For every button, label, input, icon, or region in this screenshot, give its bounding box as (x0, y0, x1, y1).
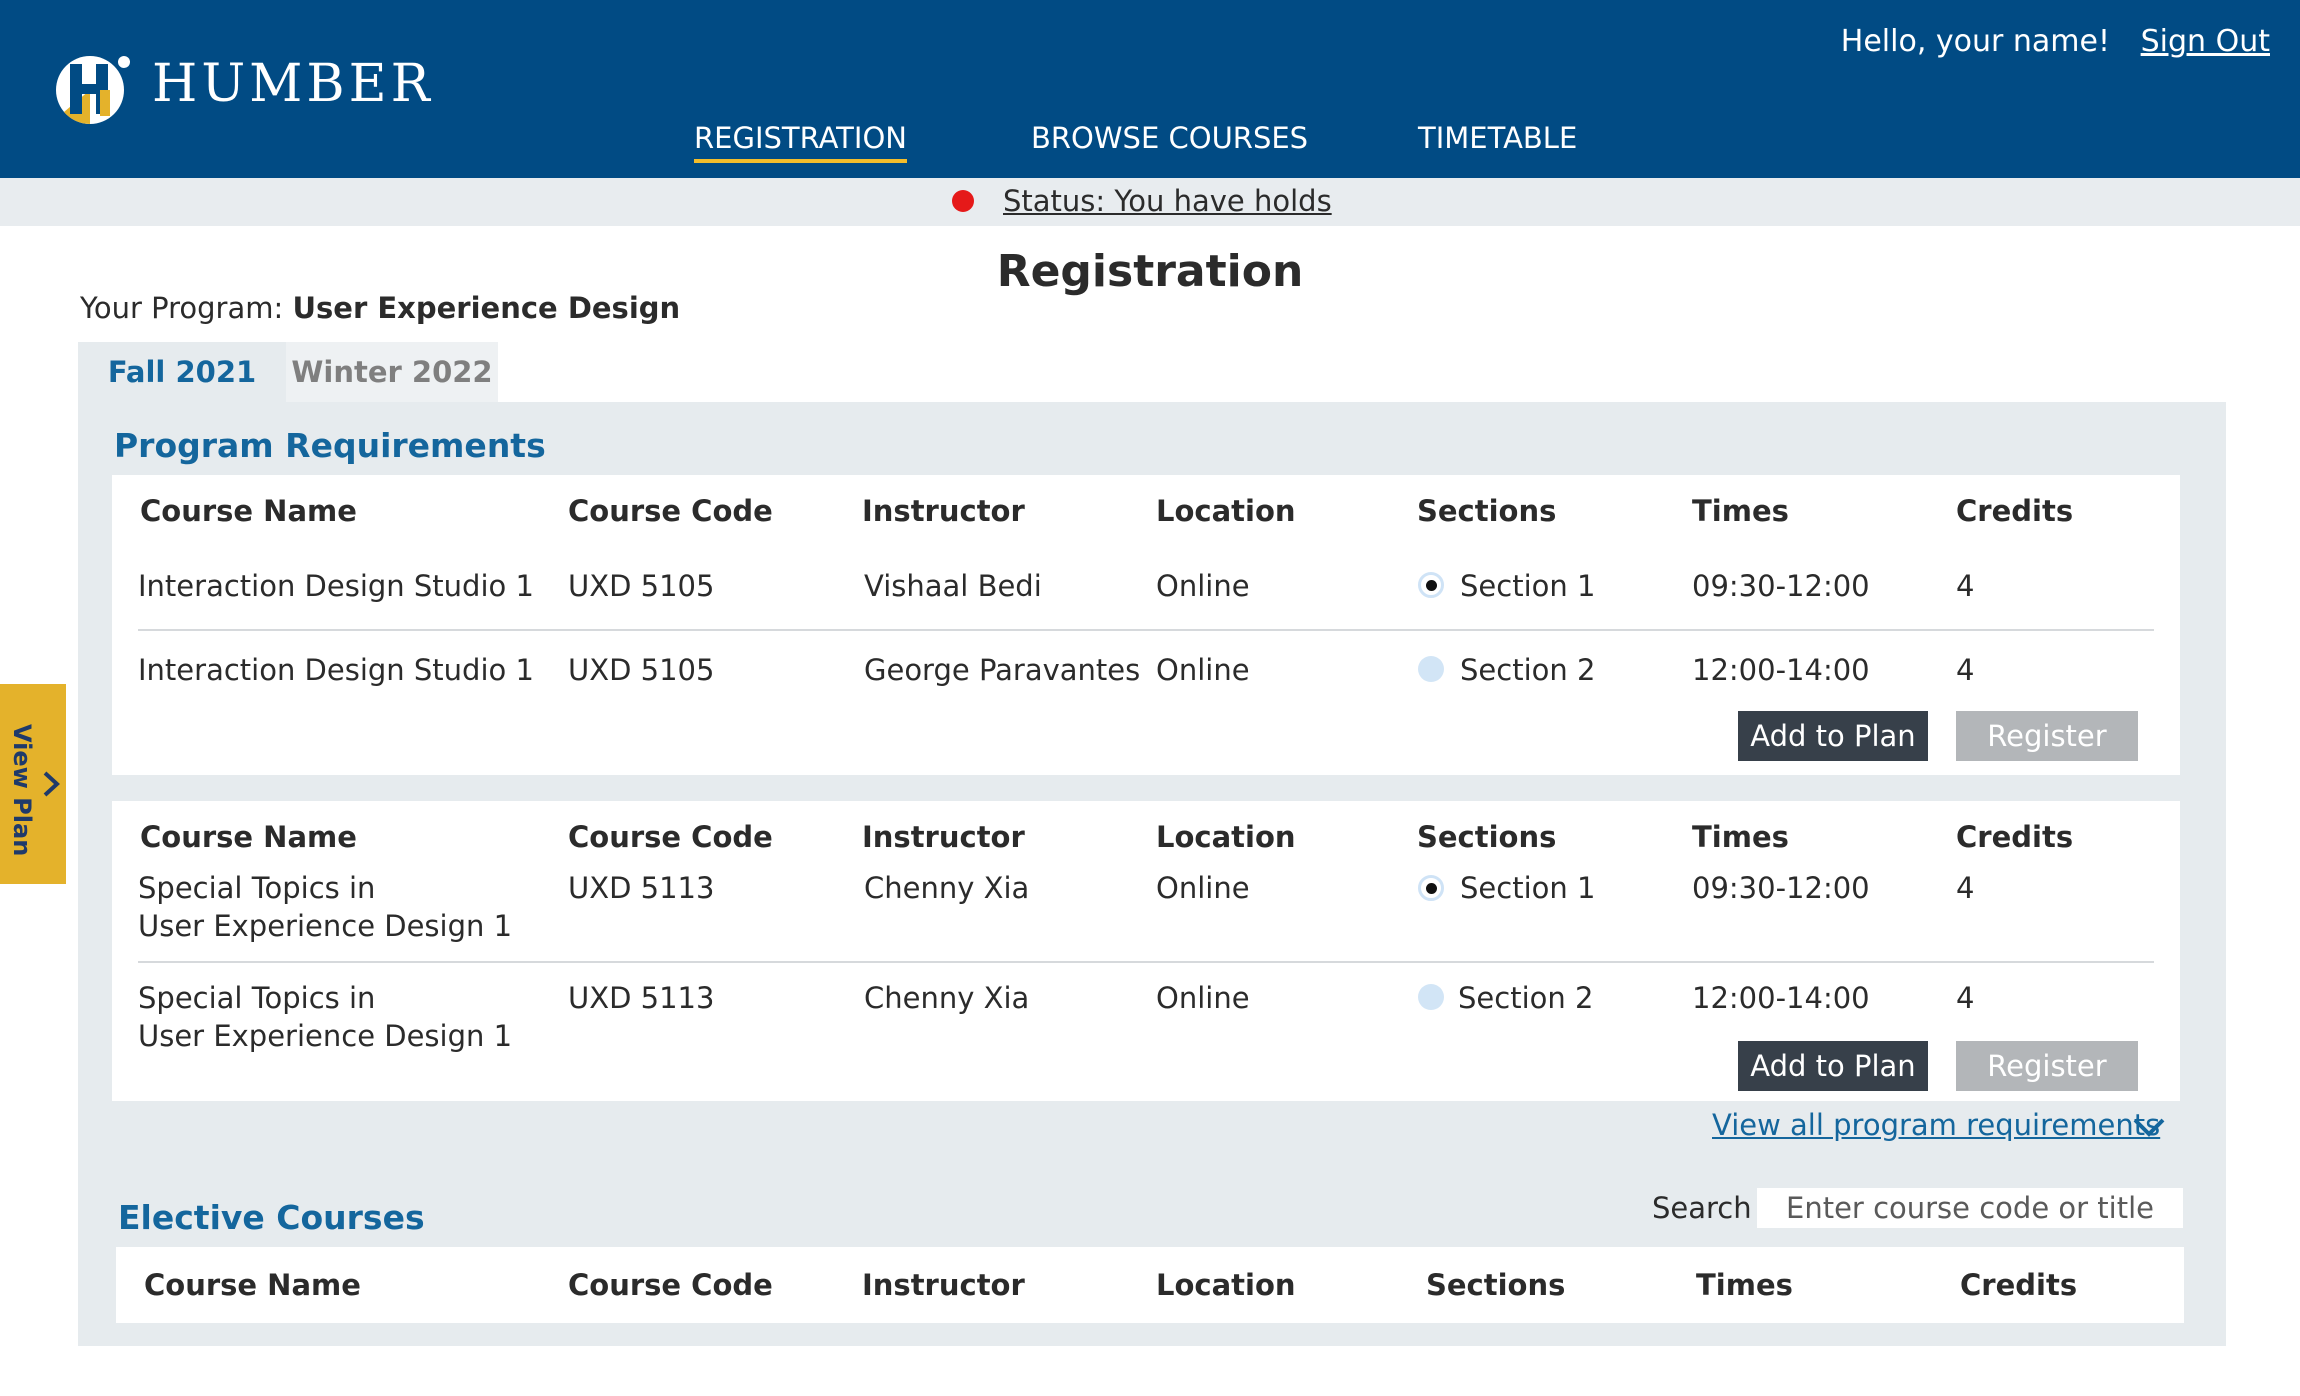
section-radio-unselected[interactable] (1418, 656, 1444, 682)
column-header-course-code: Course Code (568, 494, 773, 528)
course-card-uxd5113: Course Name Course Code Instructor Locat… (112, 801, 2180, 1101)
view-plan-drawer-toggle[interactable]: View Plan (0, 684, 66, 884)
column-header-times: Times (1696, 1268, 1793, 1302)
course-name-line-1: Special Topics in (138, 981, 376, 1015)
course-code: UXD 5105 (568, 569, 715, 603)
course-name-line-1: Special Topics in (138, 871, 376, 905)
credits: 4 (1956, 871, 1975, 905)
section-radio-selected[interactable] (1418, 875, 1444, 901)
add-to-plan-button[interactable]: Add to Plan (1738, 1041, 1928, 1091)
location: Online (1156, 981, 1250, 1015)
column-header-sections: Sections (1426, 1268, 1566, 1302)
location: Online (1156, 871, 1250, 905)
instructor: Chenny Xia (864, 871, 1030, 905)
program-requirements-title: Program Requirements (114, 426, 546, 465)
view-all-program-requirements-link[interactable]: View all program requirements (1712, 1107, 2160, 1143)
course-name: Interaction Design Studio 1 (138, 569, 534, 603)
column-header-location: Location (1156, 494, 1296, 528)
section-label: Section 2 (1460, 653, 1596, 687)
class-times: 12:00-14:00 (1692, 981, 1870, 1015)
column-header-credits: Credits (1956, 494, 2074, 528)
instructor: George Paravantes (864, 653, 1141, 687)
section-label: Section 1 (1460, 569, 1596, 603)
humber-logo-icon (56, 56, 130, 125)
section-radio-unselected[interactable] (1418, 984, 1444, 1010)
column-header-course-name: Course Name (140, 494, 357, 528)
column-header-course-code: Course Code (568, 1268, 773, 1302)
column-header-times: Times (1692, 820, 1789, 854)
column-header-course-code: Course Code (568, 820, 773, 854)
column-header-instructor: Instructor (862, 820, 1025, 854)
class-times: 09:30-12:00 (1692, 569, 1870, 603)
program-name: User Experience Design (292, 291, 681, 325)
top-navigation-bar: HUMBER Hello, your name! Sign Out REGIST… (0, 0, 2300, 178)
column-header-credits: Credits (1960, 1268, 2078, 1302)
column-header-sections: Sections (1417, 820, 1557, 854)
course-name: Interaction Design Studio 1 (138, 653, 534, 687)
course-code: UXD 5113 (568, 871, 715, 905)
instructor: Chenny Xia (864, 981, 1030, 1015)
column-header-sections: Sections (1417, 494, 1557, 528)
nav-timetable[interactable]: TIMETABLE (1418, 120, 1577, 156)
logo-text: HUMBER (152, 54, 434, 114)
credits: 4 (1956, 569, 1975, 603)
column-header-times: Times (1692, 494, 1789, 528)
elective-courses-title: Elective Courses (118, 1198, 425, 1237)
row-divider (138, 961, 2154, 963)
elective-courses-table: Course Name Course Code Instructor Locat… (116, 1247, 2184, 1323)
greeting-text: Hello, your name! (1840, 24, 2110, 59)
status-holds-link[interactable]: Status: You have holds (1003, 183, 1332, 219)
chevron-down-icon[interactable] (2132, 1115, 2166, 1139)
course-code: UXD 5113 (568, 981, 715, 1015)
course-card-uxd5105: Course Name Course Code Instructor Locat… (112, 475, 2180, 775)
course-name-line-2: User Experience Design 1 (138, 1019, 513, 1053)
column-header-course-name: Course Name (140, 820, 357, 854)
credits: 4 (1956, 653, 1975, 687)
section-label: Section 2 (1458, 981, 1594, 1015)
humber-logo[interactable]: HUMBER (52, 50, 430, 126)
section-radio-selected[interactable] (1418, 572, 1444, 598)
status-bar: Status: You have holds (0, 178, 2300, 226)
program-info: Your Program: User Experience Design (80, 290, 680, 326)
location: Online (1156, 653, 1250, 687)
location: Online (1156, 569, 1250, 603)
nav-registration[interactable]: REGISTRATION (694, 120, 907, 163)
nav-browse-courses[interactable]: BROWSE COURSES (1031, 120, 1308, 156)
chevron-right-icon (43, 771, 60, 797)
instructor: Vishaal Bedi (864, 569, 1042, 603)
course-code: UXD 5105 (568, 653, 715, 687)
credits: 4 (1956, 981, 1975, 1015)
tab-fall-2021[interactable]: Fall 2021 (78, 342, 286, 402)
tab-winter-2022[interactable]: Winter 2022 (286, 342, 498, 402)
class-times: 12:00-14:00 (1692, 653, 1870, 687)
register-button[interactable]: Register (1956, 1041, 2138, 1091)
view-plan-label: View Plan (8, 724, 36, 857)
program-label: Your Program: (80, 291, 284, 325)
status-alert-dot-icon (952, 190, 974, 212)
elective-search-input[interactable] (1757, 1188, 2183, 1228)
column-header-instructor: Instructor (862, 494, 1025, 528)
column-header-location: Location (1156, 1268, 1296, 1302)
column-header-course-name: Course Name (144, 1268, 361, 1302)
register-button[interactable]: Register (1956, 711, 2138, 761)
section-label: Section 1 (1460, 871, 1596, 905)
search-label: Search (1652, 1191, 1752, 1225)
column-header-location: Location (1156, 820, 1296, 854)
add-to-plan-button[interactable]: Add to Plan (1738, 711, 1928, 761)
column-header-instructor: Instructor (862, 1268, 1025, 1302)
column-header-credits: Credits (1956, 820, 2074, 854)
row-divider (138, 629, 2154, 631)
class-times: 09:30-12:00 (1692, 871, 1870, 905)
course-name-line-2: User Experience Design 1 (138, 909, 513, 943)
sign-out-link[interactable]: Sign Out (2141, 24, 2270, 60)
